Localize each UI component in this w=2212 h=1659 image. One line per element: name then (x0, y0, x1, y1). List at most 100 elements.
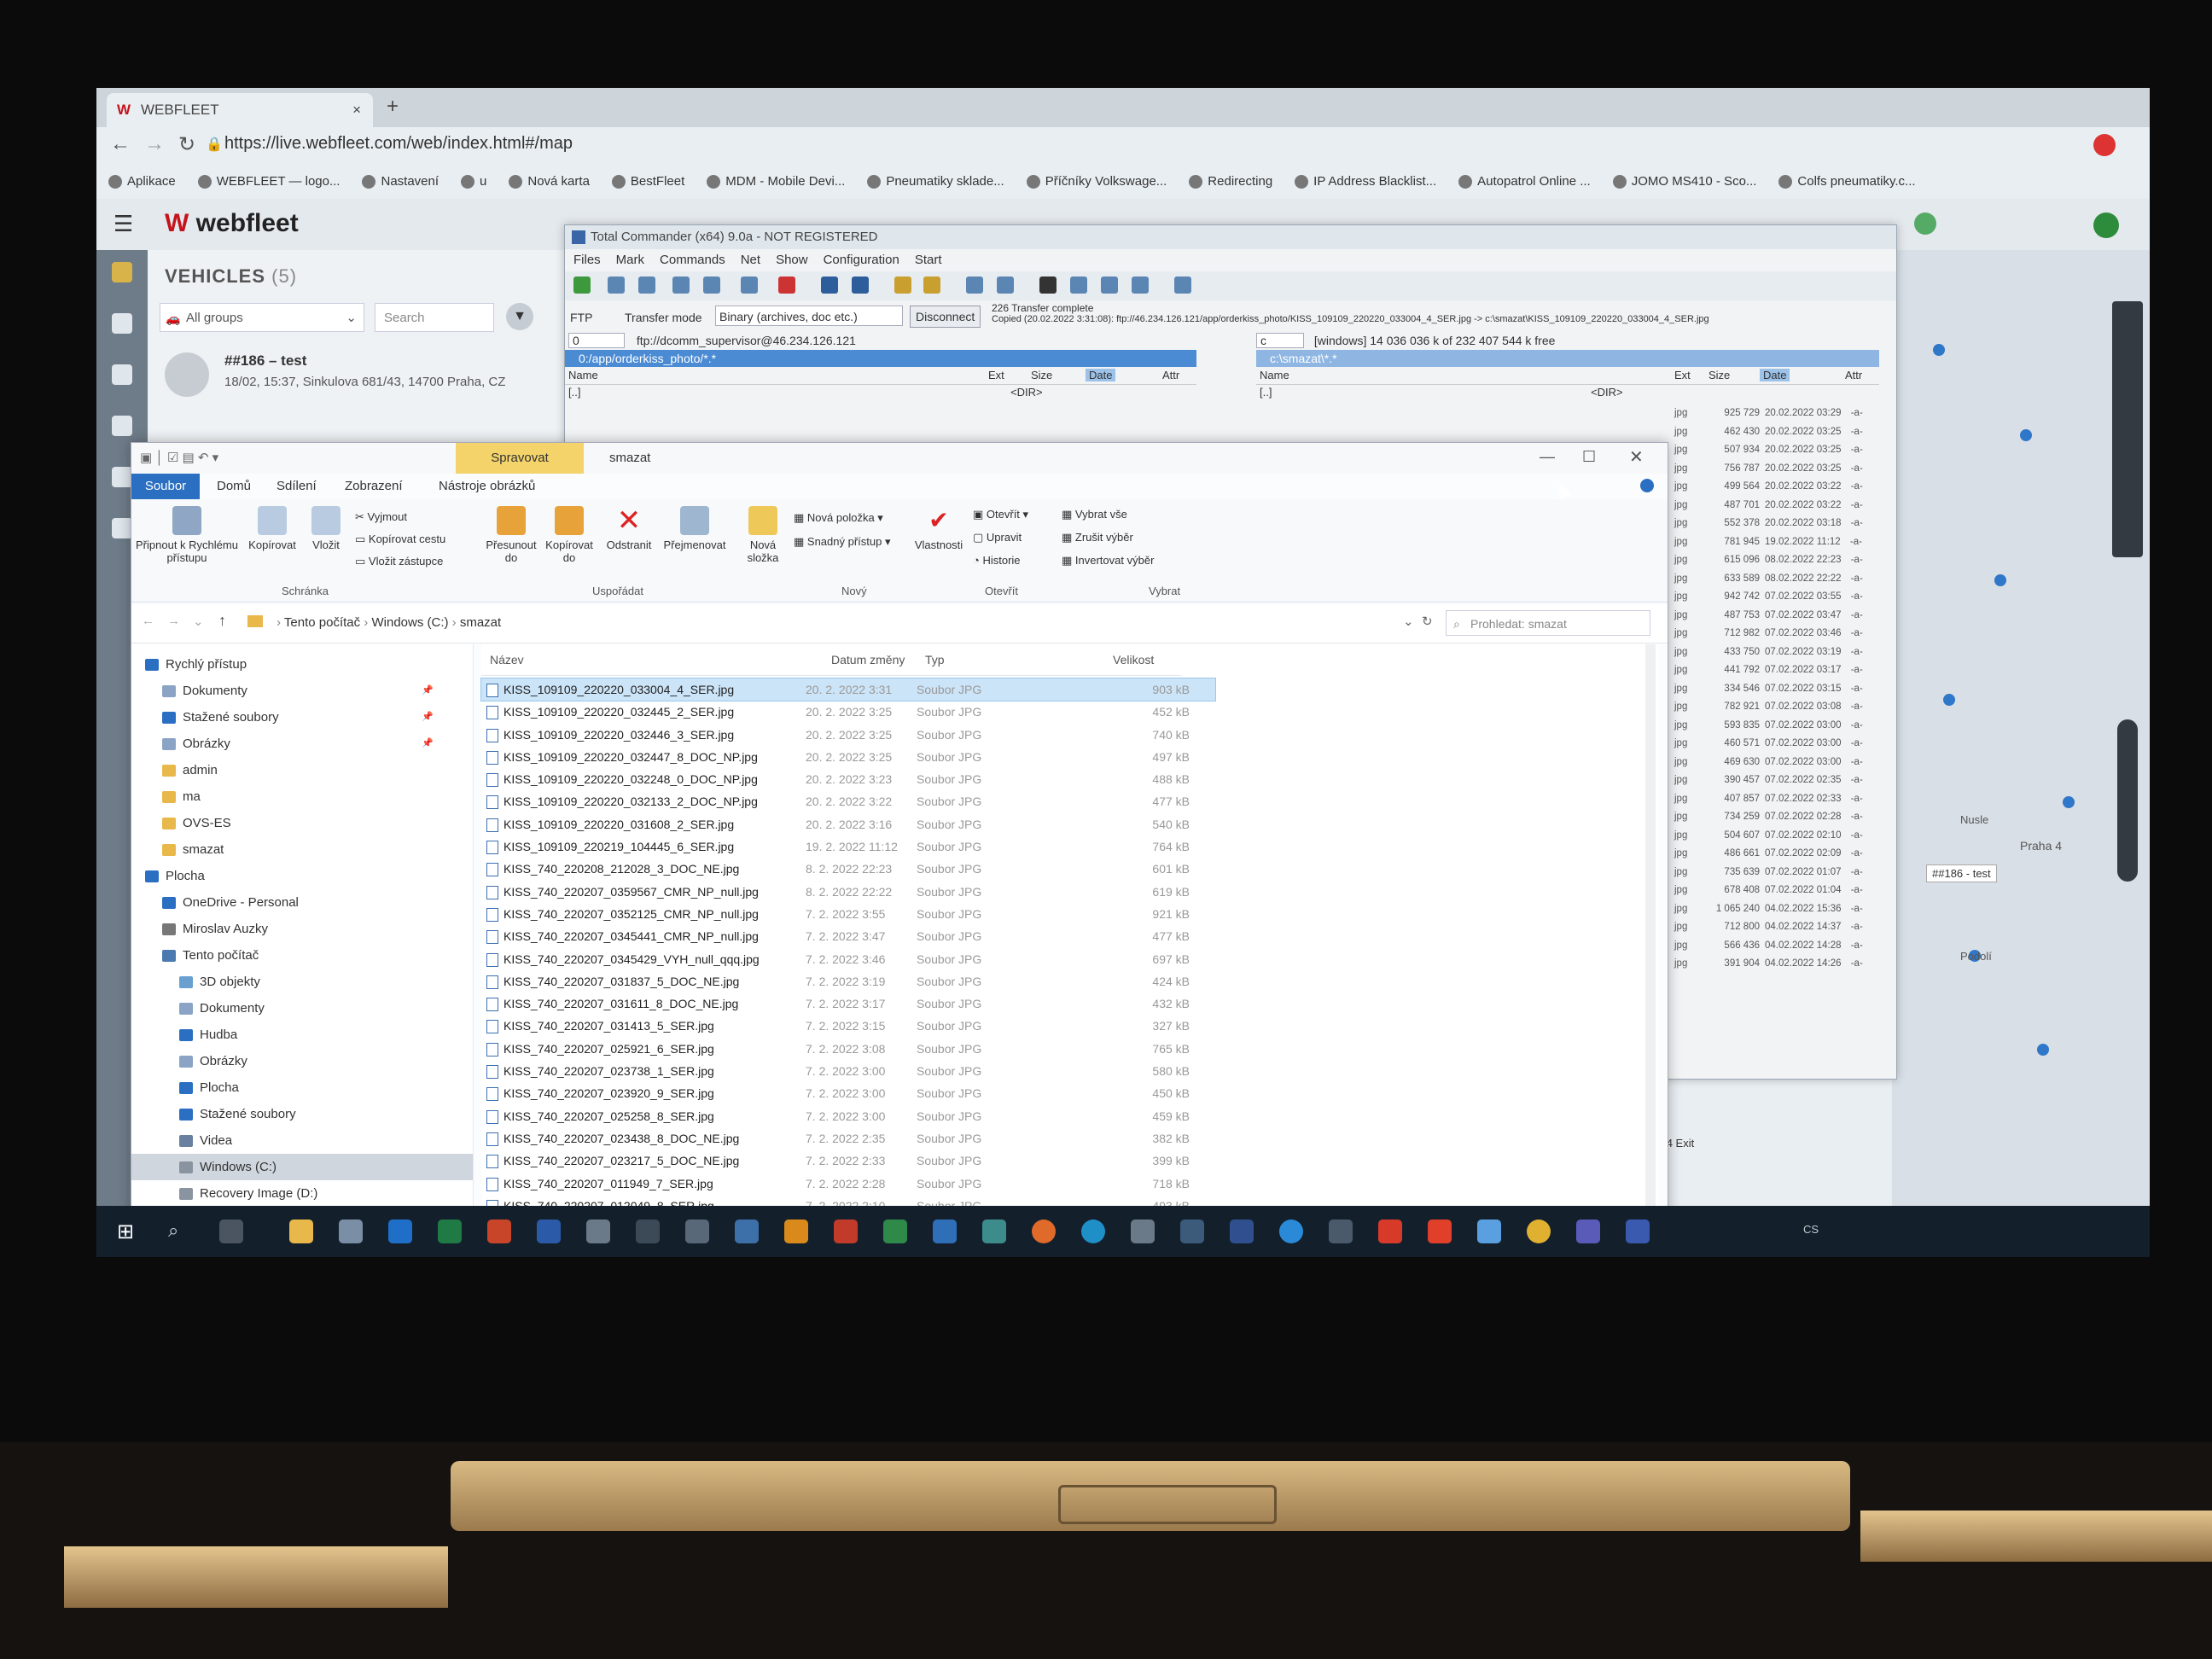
orders-icon[interactable] (112, 416, 132, 436)
pin-button[interactable]: Připnout k Rychlému přístupu (131, 506, 242, 564)
find-icon[interactable] (1039, 276, 1057, 294)
rename-button[interactable]: Přejmenovat (659, 506, 731, 551)
forward-icon[interactable] (852, 276, 869, 294)
col-name[interactable]: Název (490, 653, 524, 667)
app-icon[interactable] (982, 1220, 1006, 1243)
file-row[interactable]: KISS_740_220207_0352125_CMR_NP_null.jpg 7… (481, 903, 1215, 925)
reload-icon[interactable]: ↻ (178, 132, 195, 157)
tab-domu[interactable]: Domů (217, 474, 251, 499)
app-icon[interactable] (1230, 1220, 1254, 1243)
tc-menu-item[interactable]: Commands (660, 253, 725, 267)
right-col-attr[interactable]: Attr (1845, 369, 1862, 381)
tc-file-row[interactable]: jpg 391 904 04.02.2022 14:26 -a- (1674, 955, 1879, 974)
new-tab-button[interactable]: + (387, 95, 399, 119)
file-row[interactable]: KISS_740_220207_0345429_VYH_null_qqq.jpg… (481, 948, 1215, 970)
nav-item[interactable]: Rychlý přístup (131, 651, 473, 678)
tc-file-row[interactable]: jpg 712 800 04.02.2022 14:37 -a- (1674, 918, 1879, 937)
bookmark-item[interactable]: Aplikace (108, 165, 176, 199)
copy-to-button[interactable]: Kopírovat do (541, 506, 597, 564)
pin-icon[interactable]: 📌 (422, 731, 434, 757)
tc-file-row[interactable]: jpg 499 564 20.02.2022 03:22 -a- (1674, 478, 1879, 497)
bookmark-item[interactable]: Pneumatiky sklade... (867, 165, 1004, 199)
file-row[interactable]: KISS_740_220207_031413_5_SER.jpg 7. 2. 20… (481, 1015, 1215, 1037)
bookmark-item[interactable]: Nastavení (362, 165, 439, 199)
tc-file-row[interactable]: jpg 712 982 07.02.2022 03:46 -a- (1674, 625, 1879, 643)
pin-icon[interactable]: 📌 (422, 678, 434, 704)
app-icon[interactable] (1378, 1220, 1402, 1243)
total-commander-icon[interactable] (1626, 1220, 1650, 1243)
nav-item[interactable]: 3D objekty (131, 969, 473, 995)
map-vehicle-marker[interactable] (1933, 344, 1945, 356)
menu-icon[interactable]: ☰ (114, 211, 133, 237)
unpack-icon[interactable] (778, 276, 795, 294)
tc-menu-item[interactable]: Show (776, 253, 808, 267)
nav-item[interactable]: Tento počítač (131, 942, 473, 969)
left-col-name[interactable]: Name (568, 369, 598, 381)
vehicle-avatar[interactable] (165, 352, 209, 397)
app-icon[interactable] (1477, 1220, 1501, 1243)
left-path[interactable]: 0:/app/orderkiss_photo/*.* (565, 350, 1196, 367)
bookmark-item[interactable]: u (461, 165, 486, 199)
app-icon[interactable] (1428, 1220, 1452, 1243)
copy-path-button[interactable]: ▭ Kopírovat cestu (355, 528, 445, 550)
file-row[interactable]: KISS_109109_220220_032133_2_DOC_NP.jpg 20… (481, 790, 1215, 812)
bookmark-item[interactable]: Colfs pneumatiky.c... (1778, 165, 1916, 199)
disconnect-button[interactable]: Disconnect (910, 306, 981, 328)
tc-file-row[interactable]: jpg 486 661 07.02.2022 02:09 -a- (1674, 845, 1879, 864)
back-icon[interactable]: ← (110, 132, 131, 156)
nav-item[interactable]: OVS-ES (131, 810, 473, 836)
nav-item[interactable]: Dokumenty 📌 (131, 678, 473, 704)
vehicle-name[interactable]: ##186 – test (224, 352, 306, 370)
calculator-icon[interactable] (636, 1220, 660, 1243)
contextual-tab-spravovat[interactable]: Spravovat (456, 443, 584, 474)
tc-file-row[interactable]: jpg 487 753 07.02.2022 03:47 -a- (1674, 607, 1879, 626)
quick-access-toolbar[interactable]: ▣ │ ☑ ▤ ↶ ▾ (140, 450, 218, 465)
invert-selection-button[interactable]: ▦ Invertovat výběr (1062, 549, 1154, 572)
zoom-slider[interactable] (2117, 719, 2138, 882)
app-icon[interactable] (933, 1220, 957, 1243)
tc-file-row[interactable]: jpg 441 792 07.02.2022 03:17 -a- (1674, 661, 1879, 680)
bookmark-item[interactable]: BestFleet (611, 165, 684, 199)
group-select[interactable]: 🚗 All groups ⌄ (160, 303, 364, 332)
bookmark-item[interactable]: MDM - Mobile Devi... (707, 165, 845, 199)
start-icon[interactable]: ⊞ (117, 1220, 141, 1243)
tc-file-row[interactable]: jpg 615 096 08.02.2022 22:23 -a- (1674, 551, 1879, 570)
filter-icon[interactable]: ▼ (506, 303, 533, 330)
select-none-button[interactable]: ▦ Zrušit výběr (1062, 526, 1154, 549)
file-row[interactable]: KISS_740_220207_025921_6_SER.jpg 7. 2. 20… (481, 1038, 1215, 1060)
left-col-size[interactable]: Size (1031, 369, 1052, 381)
col-size[interactable]: Velikost (1113, 653, 1154, 667)
view-full-icon[interactable] (638, 276, 655, 294)
file-row[interactable]: KISS_740_220207_025258_8_SER.jpg 7. 2. 20… (481, 1105, 1215, 1127)
right-path[interactable]: c:\smazat\*.* (1256, 350, 1879, 367)
tc-menu-item[interactable]: Start (915, 253, 942, 267)
url-input[interactable]: https://live.webfleet.com/web/index.html… (224, 134, 573, 154)
chrome-icon[interactable] (1527, 1220, 1551, 1243)
tc-file-row[interactable]: jpg 566 436 04.02.2022 14:28 -a- (1674, 937, 1879, 956)
breadcrumb[interactable]: › Tento počítač › Windows (C:) › smazat (276, 615, 501, 630)
sync-icon[interactable] (1101, 276, 1118, 294)
close-icon[interactable]: ✕ (1629, 446, 1644, 468)
nav-item[interactable]: OneDrive - Personal (131, 889, 473, 916)
nav-item[interactable]: Videa (131, 1127, 473, 1154)
file-row[interactable]: KISS_740_220207_0345441_CMR_NP_null.jpg 7… (481, 925, 1215, 947)
tc-file-row[interactable]: jpg 782 921 07.02.2022 03:08 -a- (1674, 698, 1879, 717)
nav-item[interactable]: Miroslav Auzky (131, 916, 473, 942)
app-icon[interactable] (834, 1220, 858, 1243)
select-all-button[interactable]: ▦ Vybrat vše (1062, 503, 1154, 526)
nav-item[interactable]: Obrázky 📌 (131, 731, 473, 757)
file-row[interactable]: KISS_109109_220219_104445_6_SER.jpg 19. 2… (481, 835, 1215, 858)
notification-icon[interactable] (1914, 212, 1936, 235)
tc-file-row[interactable]: jpg 460 571 07.02.2022 03:00 -a- (1674, 735, 1879, 754)
tc-file-row[interactable]: jpg 462 430 20.02.2022 03:25 -a- (1674, 423, 1879, 442)
invert-icon[interactable] (741, 276, 758, 294)
refresh-icon[interactable] (573, 276, 591, 294)
right-col-ext[interactable]: Ext (1674, 369, 1691, 381)
breadcrumb-item[interactable]: Tento počítač (284, 615, 360, 630)
right-drive-select[interactable]: c (1256, 333, 1304, 348)
left-drive-select[interactable]: 0 (568, 333, 625, 348)
search-icon[interactable]: ⌕ (168, 1220, 192, 1243)
notepad-icon[interactable] (339, 1220, 363, 1243)
vehicle-icon[interactable] (112, 313, 132, 334)
up-icon[interactable]: ↑ (218, 612, 226, 630)
